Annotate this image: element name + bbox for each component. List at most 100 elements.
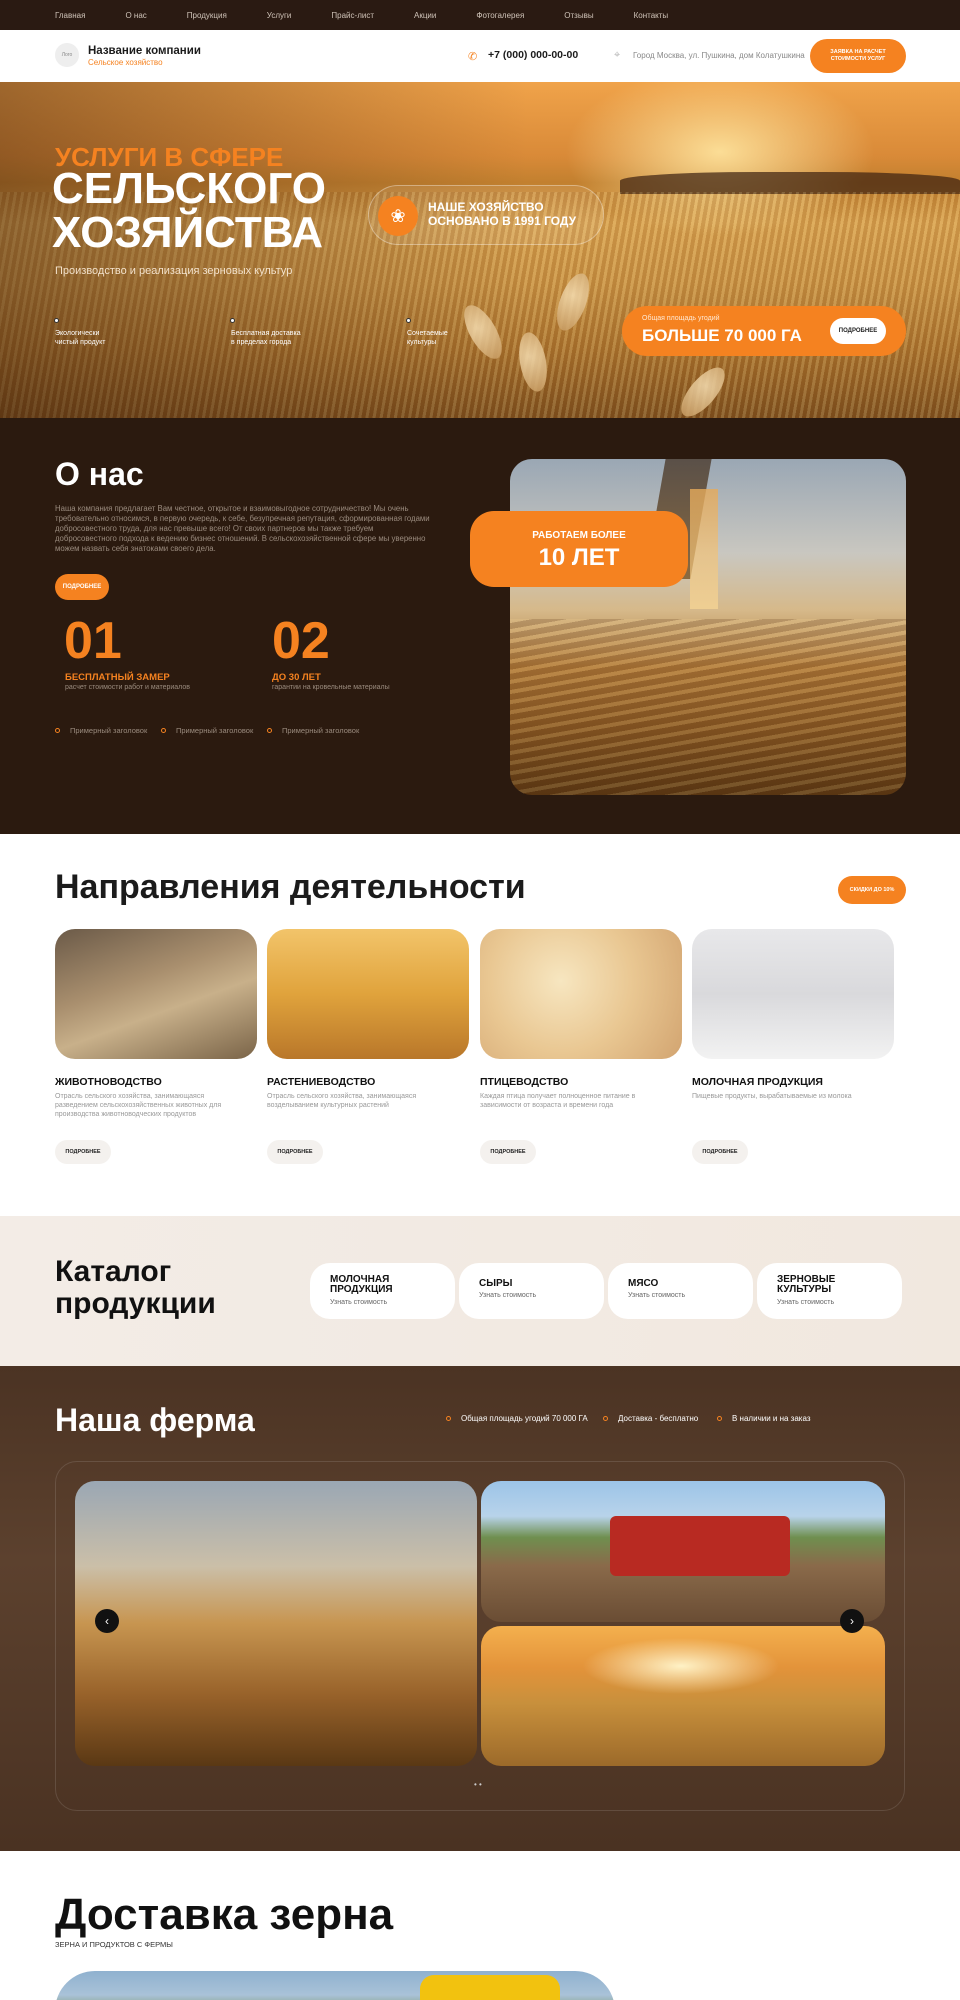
gallery-image-harvester[interactable] [75,1481,477,1766]
catalog-title-line2: продукции [55,1287,216,1320]
stat-sub: гарантии на кровельные материалы [272,684,390,691]
wheat-image[interactable] [267,929,469,1059]
example-heading: Примерный заголовок [176,726,254,735]
about-title: О нас [55,456,144,492]
catalog-title: Каталог продукции [55,1256,216,1320]
card-description: Отрасль сельского хозяйства, занимающаяс… [267,1093,417,1109]
hero-title-line2: СЕЛЬСКОГО [52,164,326,213]
nav-link-contacts[interactable]: Контакты [634,11,669,20]
site-header: Лого Название компании Сельское хозяйств… [0,30,960,82]
feature-crops: Сочетаемые культуры [407,329,448,347]
card-description: Отрасль сельского хозяйства, занимающаяс… [55,1093,222,1118]
land-area-label: Общая площадь угодий [642,315,720,322]
feature-delivery-line2: в пределах города [231,339,292,346]
farm-section: Наша ферма Общая площадь угодий 70 000 Г… [0,1366,960,1851]
nav-link-reviews[interactable]: Отзывы [564,11,593,20]
stat-label: БЕСПЛАТНЫЙ ЗАМЕР [65,672,170,683]
chick-image[interactable] [480,929,682,1059]
farm-title: Наша ферма [55,1402,255,1438]
card-more-button[interactable]: ПОДРОБНЕЕ [55,1140,111,1164]
about-text: Наша компания предлагает Вам честное, от… [55,504,430,553]
feature-crops-line2: культуры [407,339,437,346]
top-navigation: Главная О нас Продукция Услуги Прайс-лис… [0,0,960,30]
nav-link-services[interactable]: Услуги [267,11,292,20]
catalog-item-price-link[interactable]: Узнать стоимость [330,1299,387,1306]
catalog-item-name: МЯСО [628,1278,659,1289]
founded-line2: ОСНОВАНО В 1991 ГОДУ [428,214,577,228]
catalog-item-price-link[interactable]: Узнать стоимость [777,1299,834,1306]
company-subtitle: Сельское хозяйство [88,58,163,67]
discount-button[interactable]: СКИДКИ ДО 10% [838,876,906,904]
grain-texture [510,619,906,795]
phone-icon: ✆ [468,51,478,63]
feature-bullet-icon [406,318,411,323]
example-heading: Примерный заголовок [70,726,148,735]
about-more-button[interactable]: ПОДРОБНЕЕ [55,574,109,600]
truck-shape [420,1975,560,2000]
card-title: ЖИВОТНОВОДСТВО [55,1076,162,1088]
card-more-button[interactable]: ПОДРОБНЕЕ [480,1140,536,1164]
founded-badge-text: НАШЕ ХОЗЯЙСТВО ОСНОВАНО В 1991 ГОДУ [428,200,576,228]
about-section: О нас Наша компания предлагает Вам честн… [0,418,960,834]
nav-link-products[interactable]: Продукция [187,11,227,20]
catalog-item-meat[interactable]: МЯСО Узнать стоимость [608,1263,753,1319]
card-more-button[interactable]: ПОДРОБНЕЕ [692,1140,748,1164]
farm-point: Общая площадь угодий 70 000 ГА [461,1414,588,1423]
farm-point: Доставка - бесплатно [618,1414,699,1423]
nav-link-home[interactable]: Главная [55,11,85,20]
catalog-section: Каталог продукции МОЛОЧНАЯ ПРОДУКЦИЯ Узна… [0,1216,960,1366]
delivery-section: Доставка зерна ЗЕРНА И ПРОДУКТОВ С ФЕРМЫ [0,1851,960,2000]
catalog-item-price-link[interactable]: Узнать стоимость [479,1292,536,1299]
phone-number[interactable]: +7 (000) 000-00-00 [488,49,578,61]
nav-link-promos[interactable]: Акции [414,11,436,20]
request-quote-line1: ЗАЯВКА НА РАСЧЕТ [830,49,886,55]
catalog-item-name: ЗЕРНОВЫЕ КУЛЬТУРЫ [777,1275,835,1295]
card-description: Пищевые продукты, вырабатываемые из моло… [692,1093,852,1100]
catalog-item-grain[interactable]: ЗЕРНОВЫЕ КУЛЬТУРЫ Узнать стоимость [757,1263,902,1319]
livestock-image[interactable] [55,929,257,1059]
feature-delivery: Бесплатная доставка в пределах города [231,329,301,347]
bullet-icon [717,1416,722,1421]
years-badge-line2: 10 ЛЕТ [538,544,620,571]
farm-point: В наличии и на заказ [732,1414,811,1423]
card-description: Каждая птица получает полноценное питани… [480,1093,636,1109]
feature-crops-line1: Сочетаемые [407,330,448,337]
company-logo[interactable]: Лого [55,43,79,67]
location-pin-icon: ⌖ [614,49,621,61]
gallery-prev-arrow-icon[interactable]: ‹ [95,1609,119,1633]
catalog-item-dairy[interactable]: МОЛОЧНАЯ ПРОДУКЦИЯ Узнать стоимость [310,1263,455,1319]
bullet-icon [161,728,166,733]
bullet-icon [603,1416,608,1421]
gallery-pagination-dots[interactable]: • • [474,1780,482,1789]
bullet-icon [267,728,272,733]
bullet-icon [55,728,60,733]
land-area-more-button[interactable]: ПОДРОБНЕЕ [830,318,886,344]
feature-bullet-icon [230,318,235,323]
request-quote-button[interactable]: ЗАЯВКА НА РАСЧЕТ СТОИМОСТИ УСЛУГ [810,39,906,73]
founded-line1: НАШЕ ХОЗЯЙСТВО [428,200,544,214]
company-name: Название компании [88,45,201,57]
nav-link-about[interactable]: О нас [125,11,146,20]
gallery-image-sunset-field[interactable] [481,1626,885,1766]
feature-bullet-icon [54,318,59,323]
bullet-icon [446,1416,451,1421]
catalog-item-name-line2: КУЛЬТУРЫ [777,1284,832,1295]
stat-label: ДО 30 ЛЕТ [272,672,321,683]
grain-stream [690,489,718,609]
feature-eco-line1: Экологически [55,330,100,337]
feature-delivery-line1: Бесплатная доставка [231,330,301,337]
example-heading: Примерный заголовок [282,726,360,735]
stat-number: 01 [64,612,122,670]
nav-link-gallery[interactable]: Фотогалерея [476,11,524,20]
card-title: РАСТЕНИЕВОДСТВО [267,1076,376,1088]
catalog-item-cheese[interactable]: СЫРЫ Узнать стоимость [459,1263,604,1319]
dairy-image[interactable] [692,929,894,1059]
catalog-title-line1: Каталог [55,1255,172,1288]
nav-link-pricelist[interactable]: Прайс-лист [331,11,374,20]
gallery-next-arrow-icon[interactable]: › [840,1609,864,1633]
card-more-button[interactable]: ПОДРОБНЕЕ [267,1140,323,1164]
stat-sub: расчет стоимости работ и материалов [65,684,190,691]
catalog-item-price-link[interactable]: Узнать стоимость [628,1292,685,1299]
delivery-subtitle: ЗЕРНА И ПРОДУКТОВ С ФЕРМЫ [55,1940,173,1949]
feature-eco-line2: чистый продукт [55,339,106,346]
